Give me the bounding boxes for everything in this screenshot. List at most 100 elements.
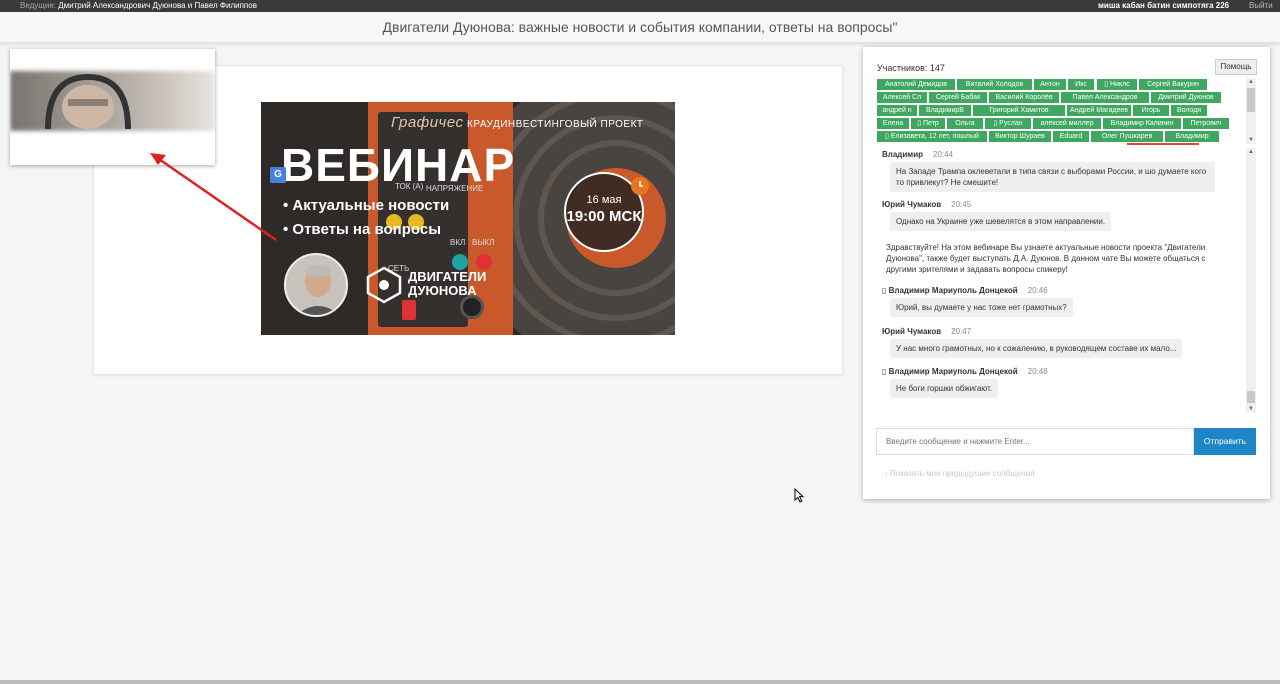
- previous-messages-link[interactable]: › Показать мои предыдущие сообщения: [885, 469, 1034, 478]
- message-bubble: Не боги горшки обжигают.: [890, 379, 999, 398]
- participants-list: Анатолий Демидов Виталий Холодов Антон И…: [877, 78, 1247, 144]
- banner-bullet: • Актуальные новости: [283, 197, 450, 214]
- message-time: 20:46: [1027, 286, 1048, 295]
- device-label: НАПРЯЖЕНИЕ: [426, 184, 484, 193]
- message-header: ▯ Владимир Мариуполь Донцекой 20:46: [882, 286, 1048, 295]
- mouse-cursor-icon: [794, 488, 804, 503]
- logo-line: ДУЮНОВА: [408, 283, 477, 298]
- participant-tag[interactable]: ▯ Руслан: [985, 118, 1031, 129]
- participant-tag[interactable]: Eduard: [1053, 131, 1089, 142]
- message-header: Юрий Чумаков 20:45: [882, 200, 971, 209]
- project-caption: КРАУДИНВЕСТИНГОВЫЙ ПРОЕКТ: [467, 119, 644, 130]
- message-time: 20:47: [951, 327, 972, 336]
- participant-tag[interactable]: Дмитрий Дуюнов: [1151, 92, 1221, 103]
- participant-tag[interactable]: Олег Пушкарев: [1091, 131, 1163, 142]
- message-author: Юрий Чумаков: [882, 327, 942, 336]
- clock-icon: [631, 177, 649, 195]
- messages-scrollbar[interactable]: ▲ ▼: [1246, 148, 1256, 413]
- participant-tag[interactable]: Андрей Магадеев: [1067, 105, 1131, 116]
- message-time: 20:45: [951, 200, 972, 209]
- message-time: 20:48: [1027, 367, 1048, 376]
- banner-bullet: • Ответы на вопросы: [283, 221, 442, 238]
- participant-tag[interactable]: Володя: [1171, 105, 1207, 116]
- help-button[interactable]: Помощь: [1215, 59, 1257, 75]
- event-time: 19:00 МСК: [566, 208, 642, 225]
- chevron-right-icon: ›: [885, 469, 888, 478]
- bottom-strip: [0, 680, 1280, 684]
- previous-messages-label: Показать мои предыдущие сообщения: [889, 469, 1035, 478]
- scrollbar-thumb[interactable]: [1247, 391, 1255, 403]
- participant-tag[interactable]: Алексей Сл: [877, 92, 927, 103]
- logout-link[interactable]: Выйти: [1249, 0, 1273, 12]
- participant-tag[interactable]: Сергей Бабак: [929, 92, 987, 103]
- speaker-portrait: [284, 253, 348, 317]
- duyunov-logo-icon: [366, 266, 402, 304]
- webinar-title: Двигатели Дуюнова: важные новости и собы…: [0, 12, 1280, 43]
- participant-tag[interactable]: Виктор Шураев: [989, 131, 1051, 142]
- participant-tag[interactable]: Владимир Калинин: [1103, 118, 1181, 129]
- participant-tag[interactable]: Василий Королёв: [989, 92, 1059, 103]
- system-message: Здравствуйте! На этом вебинаре Вы узнает…: [886, 243, 1206, 274]
- message-author: ▯ Владимир Мариуполь Донцекой: [882, 286, 1018, 295]
- message-author: ▯ Владимир Мариуполь Донцекой: [882, 367, 1018, 376]
- participant-tag[interactable]: Павел Александров: [1061, 92, 1149, 103]
- device-label: ТОК (А): [395, 182, 424, 191]
- chat-panel: Участников: 147 Помощь Анатолий Демидов …: [863, 47, 1270, 499]
- participant-tag[interactable]: Сергей Вакурин: [1139, 79, 1207, 90]
- participant-tag[interactable]: Владимир: [1165, 131, 1219, 142]
- message-bubble: Юрий, вы думаете у нас тоже нет грамотны…: [890, 298, 1073, 317]
- red-arrow-annotation: [150, 153, 277, 242]
- device-label: ВКЛ: [450, 238, 466, 247]
- red-knob-icon: [476, 254, 492, 270]
- hosts-names: Дмитрий Александрович Дуюнова и Павел Фи…: [58, 1, 257, 10]
- participant-tag[interactable]: ВладимирВ: [919, 105, 971, 116]
- message-header: ▯ Владимир Мариуполь Донцекой 20:48: [882, 367, 1048, 376]
- message-header: Юрий Чумаков 20:47: [882, 327, 971, 336]
- participants-count: Участников: 147: [877, 63, 945, 73]
- participant-tag[interactable]: Ольга: [947, 118, 983, 129]
- socket-icon: [460, 295, 484, 319]
- message-time: 20:44: [933, 150, 954, 159]
- message-bubble: Однако на Украине уже шевелятся в этом н…: [890, 212, 1112, 231]
- scroll-up-icon[interactable]: ▲: [1246, 148, 1256, 156]
- speaker-headphones-icon: [45, 73, 131, 130]
- teal-knob-icon: [452, 254, 468, 270]
- message-bubble: У нас много грамотных, но к сожалению, в…: [890, 339, 1183, 358]
- send-button[interactable]: Отправить: [1194, 428, 1256, 455]
- red-switch-icon: [402, 300, 416, 320]
- message-author: Владимир: [882, 150, 924, 159]
- scroll-down-icon[interactable]: ▼: [1246, 405, 1256, 413]
- participant-tag[interactable]: Игорь: [1133, 105, 1169, 116]
- participant-tag[interactable]: Антон: [1034, 79, 1066, 90]
- participants-divider: [1127, 143, 1199, 145]
- chat-messages: Владимир 20:44 На Западе Трампа оклеветал…: [877, 148, 1246, 413]
- scroll-up-icon[interactable]: ▲: [1246, 78, 1256, 86]
- participant-tag[interactable]: ▯ Елизавета, 12 лет, пошлый: [877, 131, 987, 142]
- participant-tag[interactable]: андрей н: [877, 105, 917, 116]
- logo-line: ДВИГАТЕЛИ: [408, 269, 487, 284]
- scrollbar-thumb[interactable]: [1247, 88, 1255, 112]
- event-date: 16 мая: [586, 194, 622, 206]
- webinar-banner: Графичес КРАУДИНВЕСТИНГОВЫЙ ПРОЕКТ ВЕБИН…: [261, 102, 675, 335]
- message-input[interactable]: [876, 428, 1194, 455]
- message-bubble: На Западе Трампа оклеветали в типа связи…: [890, 162, 1215, 192]
- participant-tag[interactable]: алексей миллер: [1033, 118, 1101, 129]
- participant-tag[interactable]: Виталий Холодов: [957, 79, 1032, 90]
- message-header: Владимир 20:44: [882, 150, 953, 159]
- device-label: ВЫКЛ: [472, 238, 495, 247]
- hosts-label: Ведущие:: [20, 1, 56, 10]
- top-bar: Ведущие: Дмитрий Александрович Дуюнова и…: [0, 0, 1280, 12]
- participant-tag[interactable]: Анатолий Демидов: [877, 79, 955, 90]
- participant-tag[interactable]: ▯ Петр: [911, 118, 945, 129]
- logo-text: ДВИГАТЕЛИ ДУЮНОВА: [408, 270, 486, 298]
- device-brand: Графичес: [391, 114, 464, 131]
- participants-scrollbar[interactable]: ▲ ▼: [1246, 78, 1256, 144]
- participant-tag[interactable]: Петрович: [1183, 118, 1229, 129]
- participant-tag[interactable]: Икс: [1068, 79, 1094, 90]
- participant-tag[interactable]: Елена: [877, 118, 909, 129]
- participant-tag[interactable]: Григорий Хамитов: [973, 105, 1065, 116]
- scroll-down-icon[interactable]: ▼: [1246, 136, 1256, 144]
- hosts-info: Ведущие: Дмитрий Александрович Дуюнова и…: [20, 0, 257, 12]
- participant-tag[interactable]: ▯ Никлс: [1097, 79, 1137, 90]
- message-author: Юрий Чумаков: [882, 200, 942, 209]
